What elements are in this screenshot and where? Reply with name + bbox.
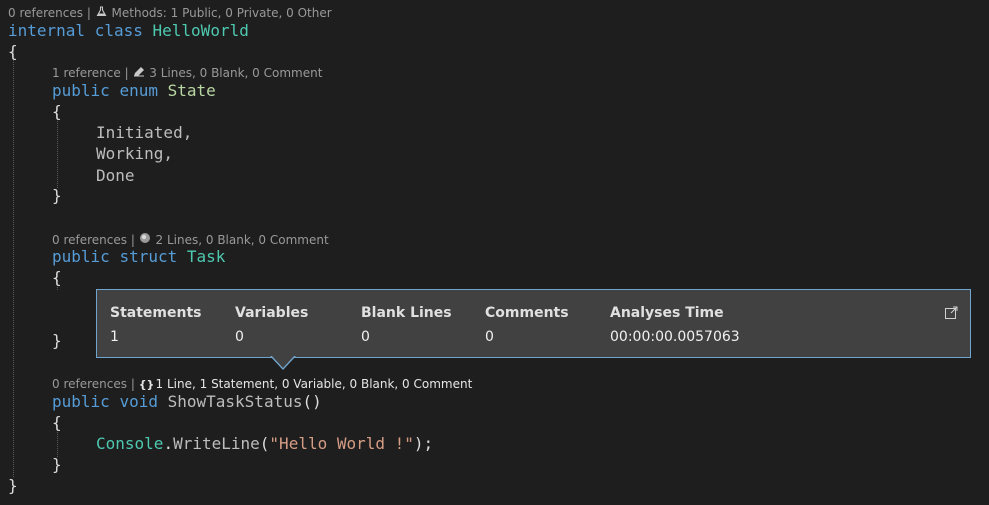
codelens-info[interactable]: Methods: 1 Public, 0 Private, 0 Other: [112, 6, 332, 20]
dot: .: [163, 434, 174, 453]
enum-member-done: Done: [96, 166, 135, 185]
keyword-public: public: [52, 392, 110, 411]
method-declaration: public void ShowTaskStatus(): [52, 392, 322, 412]
popout-icon[interactable]: [945, 304, 958, 319]
class-open-brace: {: [8, 42, 18, 61]
codelens-info[interactable]: 1 Line, 1 Statement, 0 Variable, 0 Blank…: [156, 377, 473, 391]
codelens-enum: 1 reference | 3 Lines, 0 Blank, 0 Commen…: [52, 66, 322, 81]
struct-close-brace: }: [52, 331, 62, 350]
keyword-struct: struct: [119, 247, 178, 266]
method-parens: (): [302, 392, 322, 411]
metrics-popup: Statements 1 Variables 0 Blank Lines 0 C…: [96, 289, 971, 358]
popup-value: 0: [361, 329, 370, 345]
struct-name[interactable]: Task: [187, 247, 226, 266]
codelens-class: 0 references | Methods: 1 Public, 0 Priv…: [8, 6, 332, 21]
popup-value: 0: [485, 329, 494, 345]
enum-name[interactable]: State: [168, 81, 216, 100]
popup-header: Comments: [485, 305, 569, 321]
pencil-icon: [132, 66, 145, 81]
paren-close: );: [413, 434, 434, 453]
popup-value: 0: [235, 329, 244, 345]
popup-pointer-fill: [271, 355, 295, 368]
struct-declaration: public struct Task: [52, 247, 225, 267]
popup-header: Statements: [110, 305, 202, 321]
keyword-public: public: [52, 247, 110, 266]
method-open-brace: {: [52, 413, 62, 432]
class-close-brace: }: [8, 476, 18, 495]
keyword-internal: internal: [8, 21, 86, 40]
keyword-public: public: [52, 81, 110, 100]
method-close-brace: }: [52, 455, 62, 474]
popup-value: 00:00:00.0057063: [610, 329, 740, 345]
references-link[interactable]: 0 references: [52, 233, 127, 247]
keyword-enum: enum: [119, 81, 158, 100]
references-link[interactable]: 0 references: [52, 377, 127, 391]
enum-member-initiated: Initiated,: [96, 123, 193, 142]
class-name[interactable]: HelloWorld: [153, 21, 249, 40]
enum-member-working: Working,: [96, 144, 174, 163]
enum-open-brace: {: [52, 102, 62, 121]
keyword-void: void: [119, 392, 158, 411]
writeline-method[interactable]: WriteLine: [173, 434, 260, 453]
separator: |: [130, 377, 135, 391]
console-type[interactable]: Console: [96, 434, 163, 453]
flask-icon: [95, 6, 108, 21]
separator: |: [86, 6, 91, 20]
class-declaration: internal class HelloWorld: [8, 21, 249, 41]
codelens-info[interactable]: 2 Lines, 0 Blank, 0 Comment: [156, 233, 329, 247]
braces-icon: {}: [138, 378, 155, 391]
popup-header: Analyses Time: [610, 305, 724, 321]
codelens-method: 0 references | {} 1 Line, 1 Statement, 0…: [52, 377, 472, 392]
codelens-struct: 0 references | 2 Lines, 0 Blank, 0 Comme…: [52, 232, 329, 248]
popup-header: Variables: [235, 305, 309, 321]
statement-writeline: Console.WriteLine("Hello World !");: [96, 434, 433, 454]
paren-open: (: [259, 434, 270, 453]
popup-header: Blank Lines: [361, 305, 452, 321]
references-link[interactable]: 1 reference: [52, 66, 121, 80]
codelens-info[interactable]: 3 Lines, 0 Blank, 0 Comment: [149, 66, 322, 80]
gear-ball-icon: [139, 232, 152, 248]
separator: |: [130, 233, 135, 247]
keyword-class: class: [94, 21, 143, 40]
struct-open-brace: {: [52, 268, 62, 287]
separator: |: [124, 66, 129, 80]
popup-value: 1: [110, 329, 119, 345]
indent-guide-enum: [57, 114, 58, 188]
method-name[interactable]: ShowTaskStatus: [168, 392, 303, 411]
string-literal: "Hello World !": [269, 434, 414, 453]
references-link[interactable]: 0 references: [8, 6, 83, 20]
enum-declaration: public enum State: [52, 81, 216, 101]
indent-guide-class: [13, 52, 14, 477]
enum-close-brace: }: [52, 186, 62, 205]
